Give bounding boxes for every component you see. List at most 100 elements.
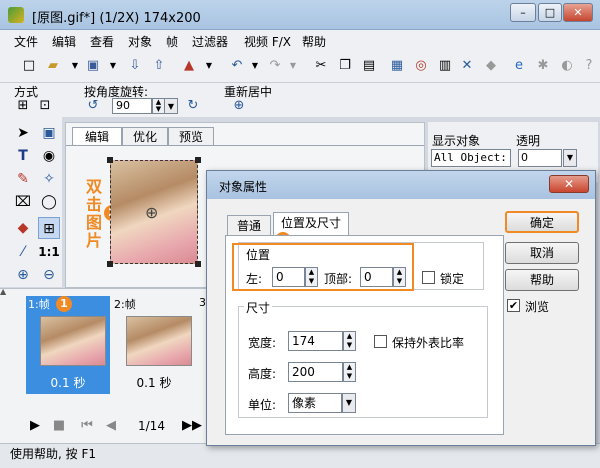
menu-video-fx[interactable]: 视频 F/X (242, 32, 293, 51)
opacity-input[interactable]: 0 (518, 149, 562, 167)
banner-icon[interactable]: ◆ (482, 57, 500, 75)
export-icon[interactable]: ⇧ (150, 57, 168, 75)
recenter-icon[interactable]: ⊕ (230, 97, 248, 115)
actual-size-tool-icon[interactable]: 1:1 (38, 241, 60, 263)
play-icon[interactable]: ▶ (26, 417, 44, 435)
tab-preview[interactable]: 预览 (168, 127, 214, 145)
optimize-icon[interactable]: ✱ (534, 57, 552, 75)
rotate-left-icon[interactable]: ↺ (84, 97, 102, 115)
width-spinner[interactable]: ▲ ▼ (343, 331, 356, 351)
open-dropdown-icon[interactable]: ▼ (66, 57, 84, 75)
redo-icon[interactable]: ↷ (266, 57, 284, 75)
lasso-tool-icon[interactable]: ◉ (38, 145, 60, 167)
tab-edit[interactable]: 编辑 (72, 127, 122, 145)
wizard-dropdown-icon[interactable]: ▼ (200, 57, 218, 75)
top-spinner[interactable]: ▲ ▼ (393, 267, 406, 287)
lock-checkbox[interactable] (422, 271, 435, 284)
eyedropper-tool-icon[interactable]: ⁄ (12, 241, 34, 263)
palette-icon[interactable]: ◐ (558, 57, 576, 75)
copy-icon[interactable]: ❐ (336, 57, 354, 75)
rotate-right-icon[interactable]: ↻ (184, 97, 202, 115)
save-dropdown-icon[interactable]: ▼ (104, 57, 122, 75)
opacity-dropdown[interactable]: ▼ (563, 149, 577, 167)
grid-icon[interactable]: ▦ (388, 57, 406, 75)
minimize-button[interactable]: – (510, 3, 536, 22)
width-input[interactable]: 174 (288, 331, 343, 351)
help-button[interactable]: 帮助 (505, 269, 579, 291)
new-file-icon[interactable]: □ (20, 57, 38, 75)
text-tool-icon[interactable]: T (12, 145, 34, 167)
tab-general[interactable]: 普通 (227, 215, 271, 236)
size-group-title: 尺寸 (244, 299, 273, 316)
keep-ratio-checkbox[interactable] (374, 335, 387, 348)
paste-icon[interactable]: ▤ (360, 57, 378, 75)
menu-object[interactable]: 对象 (126, 32, 154, 51)
image-wizard-icon[interactable]: ▲ (180, 57, 198, 75)
menu-help[interactable]: 帮助 (300, 32, 328, 51)
undo-icon[interactable]: ↶ (228, 57, 246, 75)
cancel-button[interactable]: 取消 (505, 242, 579, 264)
unit-select[interactable]: 像素 (288, 393, 342, 413)
eraser-tool-icon[interactable]: ⌧ (12, 191, 34, 213)
marquee-tool-icon[interactable]: ▣ (38, 122, 60, 144)
menu-view[interactable]: 查看 (88, 32, 116, 51)
crop-icon[interactable]: ✕ (458, 57, 476, 75)
stop-icon[interactable]: ■ (50, 417, 68, 435)
tab-divider (66, 145, 424, 146)
top-input[interactable]: 0 (360, 267, 393, 287)
browse-checkbox[interactable]: ✔ (507, 299, 520, 312)
frame-properties-icon[interactable]: ▥ (436, 57, 454, 75)
tab-optimize[interactable]: 优化 (122, 127, 168, 145)
frame-tile-1[interactable]: 1:帧 1 0.1 秒 (26, 296, 110, 394)
fill-mode-icon[interactable]: ⊡ (36, 97, 54, 115)
brush-tool-icon[interactable]: ✎ (12, 168, 34, 190)
left-spinner[interactable]: ▲ ▼ (305, 267, 318, 287)
left-input[interactable]: 0 (272, 267, 305, 287)
resize-handle-tl[interactable] (107, 157, 113, 163)
ellipse-tool-icon[interactable]: ◯ (38, 191, 60, 213)
help-cursor-icon[interactable]: ? (580, 57, 598, 75)
next-frame-icon[interactable]: ▶▶ (182, 417, 202, 435)
transform-tool-icon[interactable]: ⊞ (38, 217, 60, 239)
dialog-close-button[interactable]: ✕ (549, 175, 589, 193)
browser-icon[interactable]: e (510, 57, 528, 75)
display-object-select[interactable]: All Object: (431, 149, 511, 167)
height-spinner[interactable]: ▲ ▼ (343, 362, 356, 382)
frames-panel-collapse-icon[interactable]: ▲ (0, 287, 10, 301)
save-icon[interactable]: ▣ (84, 57, 102, 75)
previous-frame-icon[interactable]: ◀ (102, 417, 120, 435)
close-button[interactable]: ✕ (563, 3, 593, 22)
cut-icon[interactable]: ✂ (312, 57, 330, 75)
resize-handle-tr[interactable] (195, 157, 201, 163)
pointer-tool-icon[interactable]: ➤ (12, 122, 34, 144)
zoom-out-tool-icon[interactable]: ⊖ (38, 264, 60, 286)
redo-dropdown-icon[interactable]: ▼ (284, 57, 302, 75)
menu-filter[interactable]: 过滤器 (190, 32, 230, 51)
resize-handle-br[interactable] (195, 261, 201, 267)
window-title: [原图.gif*] (1/2X) 174x200 (32, 11, 201, 26)
height-input[interactable]: 200 (288, 362, 343, 382)
import-icon[interactable]: ⇩ (126, 57, 144, 75)
magic-wand-tool-icon[interactable]: ✧ (38, 168, 60, 190)
menu-file[interactable]: 文件 (12, 32, 40, 51)
fit-mode-icon[interactable]: ⊞ (14, 97, 32, 115)
undo-dropdown-icon[interactable]: ▼ (246, 57, 264, 75)
maximize-button[interactable]: □ (538, 3, 562, 22)
frame-2-label: 2:帧 (114, 298, 136, 311)
unit-dropdown-icon[interactable]: ▼ (342, 393, 356, 413)
rotate-angle-input[interactable]: 90 (112, 98, 152, 114)
rotate-angle-dropdown[interactable]: ▼ (164, 98, 178, 114)
preview-icon[interactable]: ◎ (412, 57, 430, 75)
first-frame-icon[interactable]: ⏮ (78, 417, 96, 435)
fill-tool-icon[interactable]: ◆ (12, 217, 34, 239)
menu-edit[interactable]: 编辑 (50, 32, 78, 51)
frame-3-label[interactable]: 3 (199, 296, 206, 309)
top-label: 顶部: (324, 272, 353, 286)
zoom-in-tool-icon[interactable]: ⊕ (12, 264, 34, 286)
menu-frame[interactable]: 帧 (164, 32, 180, 51)
frame-tile-2[interactable]: 2:帧 0.1 秒 (112, 296, 196, 394)
ok-button[interactable]: 确定 (505, 211, 579, 233)
status-bar: 使用帮助, 按 F1 (0, 443, 600, 468)
resize-handle-bl[interactable] (107, 261, 113, 267)
open-folder-icon[interactable]: ▰ (44, 57, 62, 75)
